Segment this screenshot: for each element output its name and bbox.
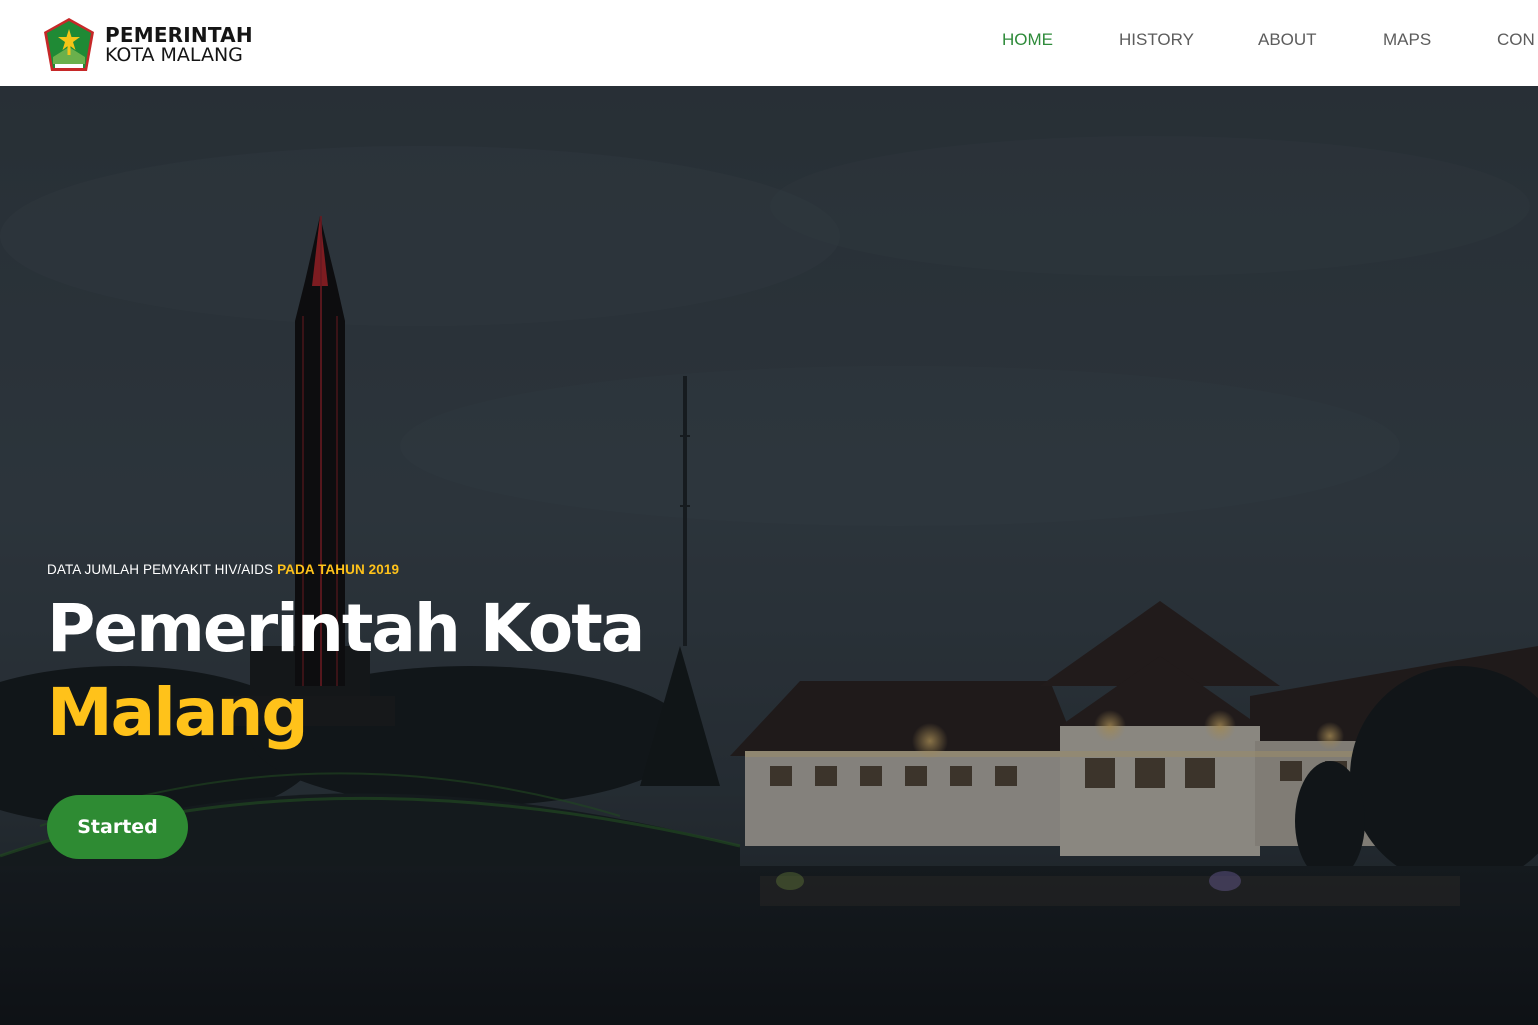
main-nav: HOME HISTORY ABOUT MAPS CON [0,30,1538,54]
hero-title-highlight: Malang [47,674,309,751]
nav-history[interactable]: HISTORY [1119,30,1194,50]
hero-dark-overlay [0,86,1538,1025]
started-button[interactable]: Started [47,795,188,859]
nav-maps[interactable]: MAPS [1383,30,1431,50]
nav-about[interactable]: ABOUT [1258,30,1317,50]
hero-kicker: DATA JUMLAH PEMYAKIT HIV/AIDS PADA TAHUN… [47,562,643,577]
hero-content: DATA JUMLAH PEMYAKIT HIV/AIDS PADA TAHUN… [47,562,645,859]
nav-contact[interactable]: CON [1497,30,1535,50]
hero-kicker-text: DATA JUMLAH PEMYAKIT HIV/AIDS [47,562,274,577]
hero-kicker-highlight: PADA TAHUN 2019 [277,562,400,577]
hero-title: Pemerintah Kota [47,590,645,667]
nav-home[interactable]: HOME [1002,30,1053,50]
top-navbar: PEMERINTAH KOTA MALANG HOME HISTORY ABOU… [0,0,1538,86]
hero-section: DATA JUMLAH PEMYAKIT HIV/AIDS PADA TAHUN… [0,86,1538,1025]
